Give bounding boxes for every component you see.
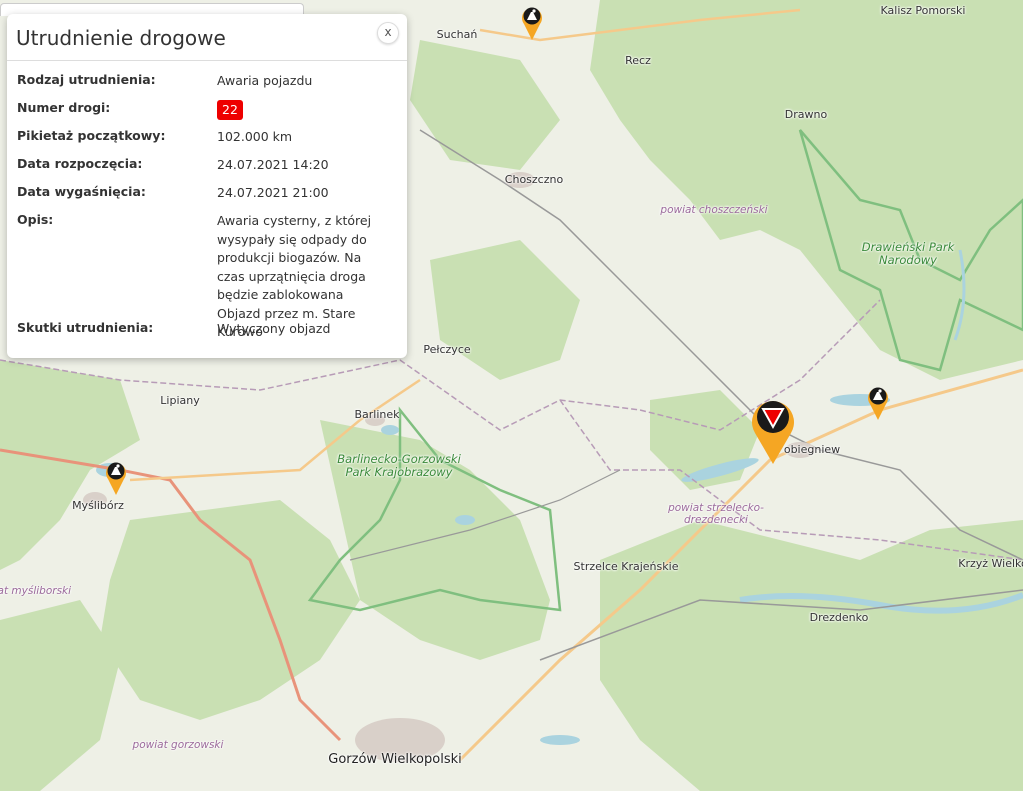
warning-triangle-pin-icon[interactable] (749, 395, 797, 465)
popup-title: Utrudnienie drogowe (16, 26, 226, 50)
detail-label: Pikietaż początkowy: (17, 128, 166, 143)
place-label: Kalisz Pomorski (880, 4, 966, 17)
detail-row: Numer drogi: 22 (17, 100, 387, 120)
detail-value: 24.07.2021 14:20 (217, 157, 329, 172)
detail-label: Data wygaśnięcia: (17, 184, 146, 199)
detail-value: 102.000 km (217, 129, 293, 144)
district-label: powiat myśliborski (0, 585, 72, 597)
roadworks-pin-icon[interactable] (105, 460, 127, 496)
detail-label: Data rozpoczęcia: (17, 156, 143, 171)
place-label: Myślibórz (72, 499, 124, 512)
area-label: Drawieński Park Narodowy (861, 240, 955, 267)
place-label: Gorzów Wielkopolski (328, 752, 462, 767)
district-label: powiat gorzowski (132, 739, 224, 751)
incident-popup: Utrudnienie drogowe x Rodzaj utrudnienia… (7, 14, 407, 358)
place-label: Drezdenko (809, 611, 869, 624)
place-label: Suchań (436, 28, 478, 41)
place-label: Krzyż Wielko (958, 557, 1023, 570)
close-button[interactable]: x (377, 22, 399, 44)
detail-value: 22 (217, 100, 387, 120)
popup-header: Utrudnienie drogowe x (7, 14, 407, 61)
place-label: Recz (625, 54, 651, 67)
area-label: Barlinecko-Gorzowski Park Krajobrazowy (337, 452, 461, 479)
place-label: Strzelce Krajeńskie (573, 560, 679, 573)
place-label: Choszczno (504, 173, 564, 186)
roadworks-pin-icon[interactable] (867, 385, 889, 421)
detail-value: Awaria pojazdu (217, 73, 313, 88)
detail-label: Numer drogi: (17, 100, 111, 115)
detail-row: Data rozpoczęcia: 24.07.2021 14:20 (17, 156, 387, 175)
place-label: Pełczyce (423, 343, 471, 356)
place-label: Barlinek (354, 408, 400, 421)
place-label: Drawno (784, 108, 828, 121)
detail-label: Rodzaj utrudnienia: (17, 72, 156, 87)
detail-row: Rodzaj utrudnienia: Awaria pojazdu (17, 72, 387, 91)
road-number-badge: 22 (217, 100, 243, 120)
district-label: powiat choszczeński (660, 204, 768, 216)
detail-row: Data wygaśnięcia: 24.07.2021 21:00 (17, 184, 387, 203)
roadworks-pin-icon[interactable] (521, 5, 543, 41)
detail-value: 24.07.2021 21:00 (217, 185, 329, 200)
detail-row: Pikietaż początkowy: 102.000 km (17, 128, 387, 147)
district-label: powiat strzelecko-drezdenecki (668, 502, 764, 526)
detail-row: Skutki utrudnienia: Wytyczony objazd (17, 320, 387, 339)
place-label: Lipiany (160, 394, 200, 407)
detail-label: Skutki utrudnienia: (17, 320, 154, 335)
detail-value: Wytyczony objazd (217, 321, 331, 336)
